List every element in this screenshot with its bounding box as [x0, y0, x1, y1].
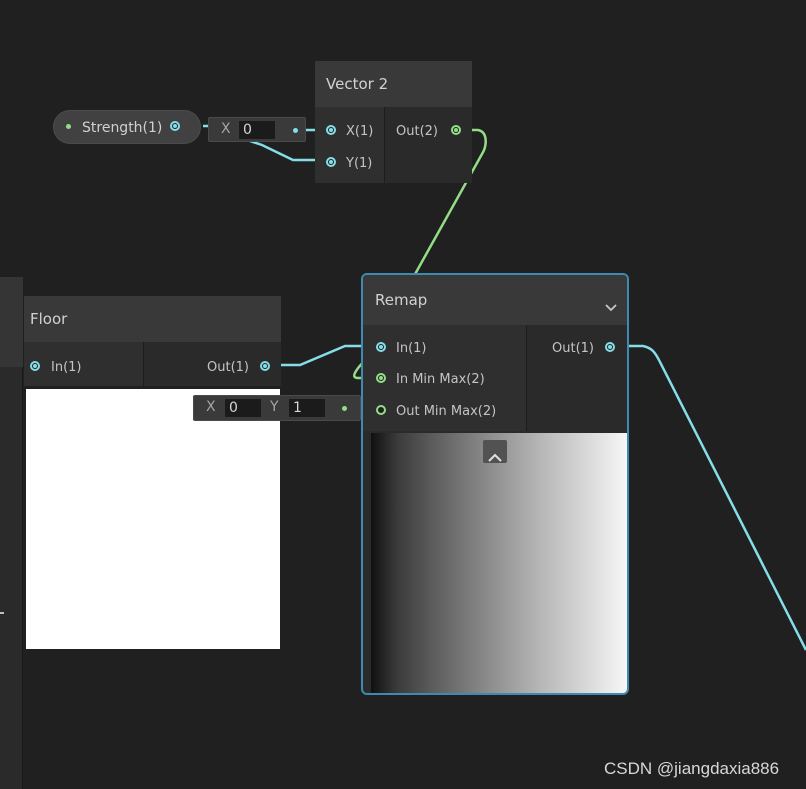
- vector2-output-port[interactable]: [451, 125, 461, 135]
- vector2-inputs: [315, 107, 385, 183]
- outminmax-y-input[interactable]: 1: [288, 398, 326, 418]
- wire-remap-out[interactable]: [612, 344, 806, 651]
- watermark-text: CSDN @jiangdaxia886: [604, 759, 780, 778]
- vector2-input-x-label: X(1): [346, 124, 374, 139]
- remap-input-outminmax-label: Out Min Max(2): [396, 404, 497, 419]
- vector2-x-field-dot: [293, 128, 298, 133]
- outminmax-field-dot: [342, 406, 347, 411]
- remap-input-in-label: In(1): [396, 341, 427, 356]
- floor-preview: [26, 389, 280, 649]
- vector2-outputs: [385, 107, 472, 183]
- floor-inputs: [24, 342, 143, 386]
- vector2-x-value-input[interactable]: 0: [238, 120, 276, 140]
- remap-input-inminmax-label: In Min Max(2): [396, 372, 485, 387]
- preview-collapse-button[interactable]: [483, 440, 507, 463]
- vector2-output-label: Out(2): [396, 124, 438, 139]
- floor-output-port[interactable]: [260, 361, 270, 371]
- remap-preview: [371, 433, 627, 693]
- vector2-x-axis-label: X: [221, 121, 231, 137]
- vector2-input-x-port[interactable]: [326, 125, 336, 135]
- floor-title: Floor: [30, 310, 68, 328]
- remap-output-label: Out(1): [552, 341, 594, 356]
- property-label: Strength(1): [82, 120, 163, 136]
- vector2-node[interactable]: Vector 2 X(1) Y(1) Out(2): [315, 61, 472, 183]
- remap-input-inminmax-port[interactable]: [376, 373, 386, 383]
- outminmax-x-label: X: [206, 399, 216, 415]
- offscreen-node-header: [0, 277, 23, 367]
- floor-input-label: In(1): [51, 360, 82, 375]
- remap-title: Remap: [375, 291, 428, 309]
- chevron-down-icon[interactable]: [605, 297, 617, 312]
- chevron-up-icon: [488, 447, 502, 462]
- remap-input-outminmax-port[interactable]: [376, 405, 386, 415]
- vector2-title: Vector 2: [326, 75, 389, 93]
- remap-outminmax-inline-field: X 0 Y 1: [193, 395, 361, 421]
- remap-input-in-port[interactable]: [376, 342, 386, 352]
- floor-input-port[interactable]: [30, 361, 40, 371]
- floor-header[interactable]: Floor: [24, 296, 281, 342]
- floor-node[interactable]: Floor In(1) Out(1): [24, 296, 281, 650]
- vector2-x-inline-field: X 0: [208, 117, 306, 142]
- remap-node[interactable]: Remap In(1) In Min Max(2) Out Min Max(2)…: [361, 273, 629, 695]
- property-node-strength[interactable]: Strength(1): [53, 110, 201, 144]
- offscreen-node-marker: [0, 612, 4, 614]
- remap-output-port[interactable]: [605, 342, 615, 352]
- vector2-header[interactable]: Vector 2: [315, 61, 472, 107]
- property-output-port[interactable]: [170, 121, 180, 131]
- outminmax-x-input[interactable]: 0: [224, 398, 262, 418]
- outminmax-y-label: Y: [270, 399, 279, 415]
- vector2-input-y-label: Y(1): [346, 156, 373, 171]
- floor-output-label: Out(1): [207, 360, 249, 375]
- remap-header[interactable]: Remap: [363, 275, 627, 325]
- offscreen-node-edge[interactable]: [0, 277, 23, 789]
- property-dot-icon: [66, 124, 71, 129]
- vector2-input-y-port[interactable]: [326, 157, 336, 167]
